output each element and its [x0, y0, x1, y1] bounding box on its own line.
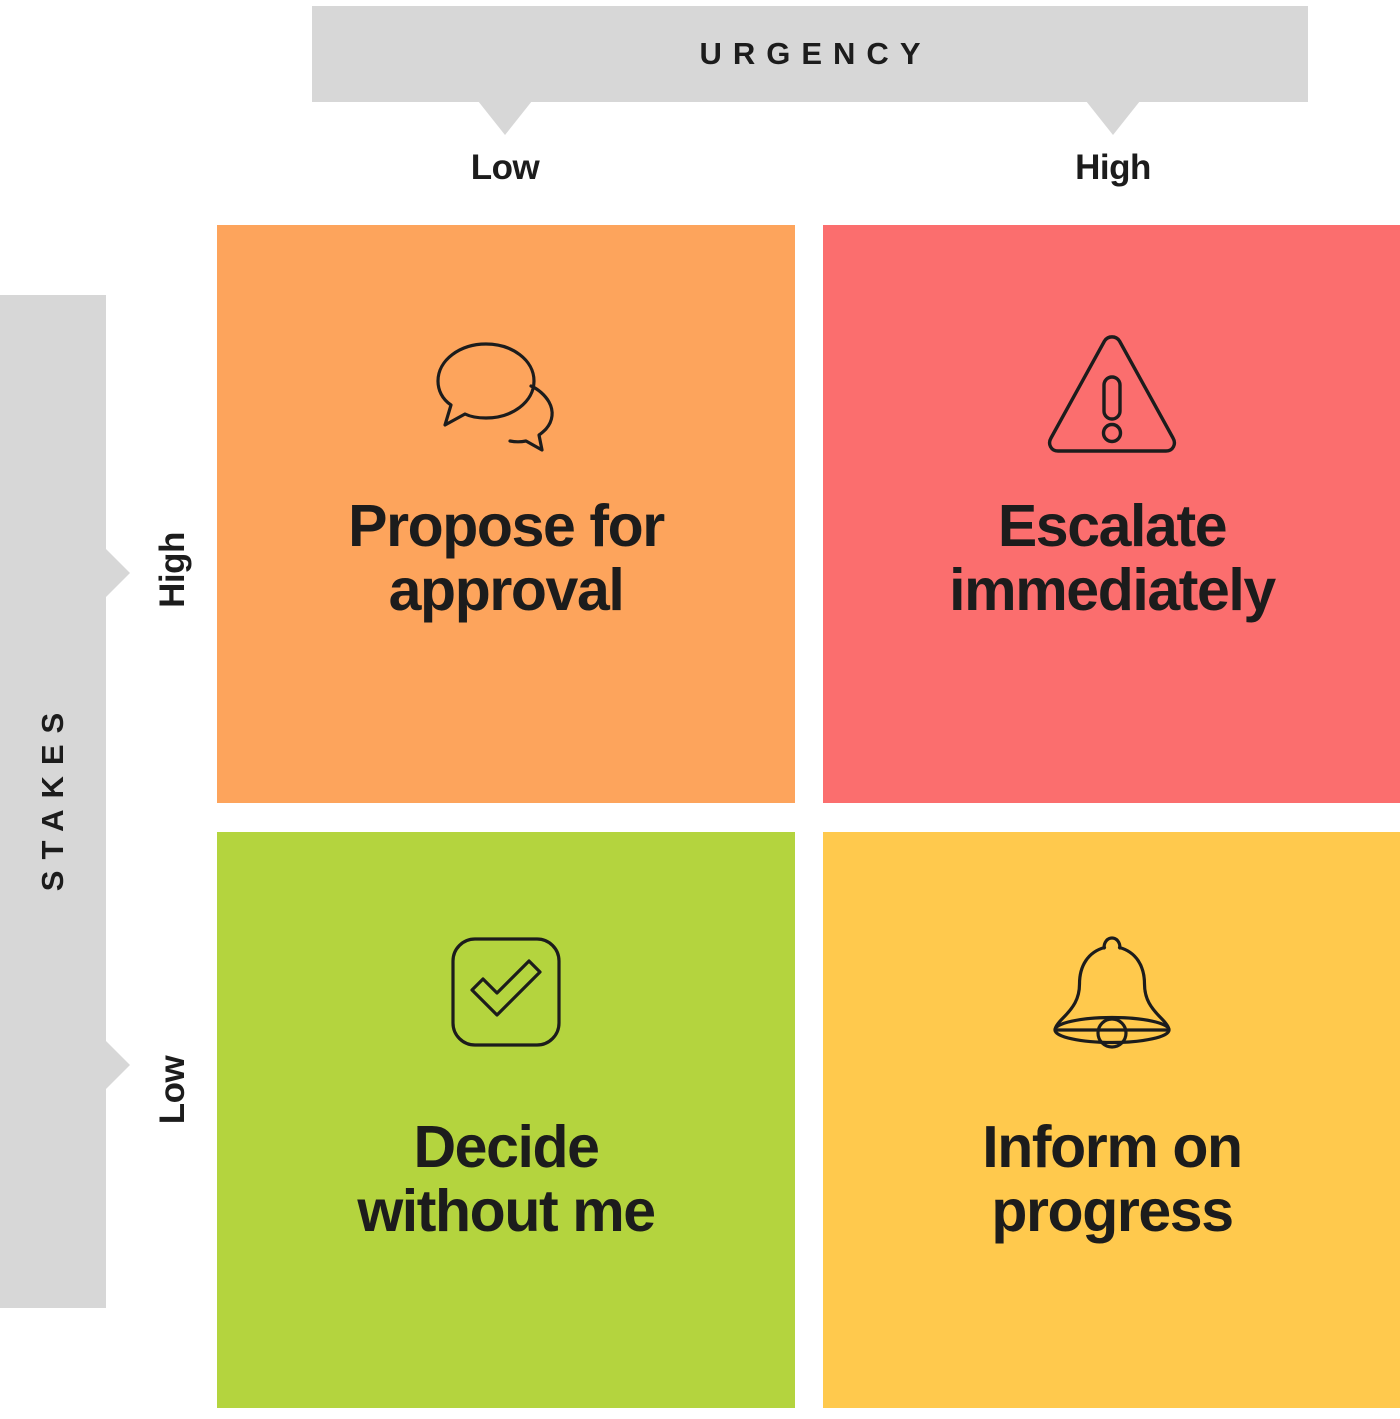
quadrant-label-propose: Propose for approval: [231, 493, 780, 623]
quadrant-escalate-immediately[interactable]: Escalate immediately: [823, 225, 1400, 803]
quadrant-label-line2: approval: [388, 556, 625, 623]
quadrant-label-line1: Decide: [413, 1114, 599, 1180]
stakes-axis-bar: STAKES: [0, 295, 106, 1308]
stakes-high-pointer-icon: [105, 548, 130, 598]
stakes-high-label-text: High: [152, 532, 192, 608]
quadrant-decide-without-me[interactable]: Decide without me: [217, 832, 795, 1408]
stakes-low-label: Low: [133, 980, 213, 1200]
stakes-low-label-text: Low: [152, 1055, 192, 1125]
urgency-high-label: High: [1075, 148, 1151, 187]
urgency-low-pointer-icon: [478, 101, 532, 135]
urgency-axis-bar: URGENCY: [312, 6, 1308, 102]
bell-icon: [1048, 918, 1176, 1066]
urgency-axis-title: URGENCY: [699, 36, 932, 71]
check-square-icon: [447, 918, 565, 1066]
urgency-low-label: Low: [470, 148, 540, 187]
quadrant-propose-for-approval[interactable]: Propose for approval: [217, 225, 795, 803]
quadrant-label-escalate: Escalate immediately: [837, 493, 1386, 623]
quadrant-label-inform: Inform on progress: [837, 1114, 1386, 1244]
speech-bubbles-icon: [426, 321, 586, 469]
quadrant-label-line2: without me: [357, 1177, 656, 1244]
stakes-high-label: High: [133, 440, 213, 700]
quadrant-label-decide: Decide without me: [231, 1114, 780, 1244]
quadrant-label-line1: Propose for: [348, 493, 665, 559]
urgency-high-pointer-icon: [1086, 101, 1140, 135]
quadrant-label-line1: Escalate: [997, 493, 1228, 559]
quadrant-label-line1: Inform on: [982, 1114, 1243, 1180]
quadrant-label-line2: progress: [991, 1177, 1234, 1244]
warning-triangle-icon: [1042, 321, 1182, 469]
stakes-low-pointer-icon: [105, 1040, 130, 1090]
quadrant-label-line2: immediately: [949, 556, 1276, 623]
quadrant-inform-on-progress[interactable]: Inform on progress: [823, 832, 1400, 1408]
stakes-axis-title: STAKES: [35, 701, 71, 891]
decision-matrix: URGENCY Low High STAKES High Low Propose…: [0, 0, 1400, 1419]
